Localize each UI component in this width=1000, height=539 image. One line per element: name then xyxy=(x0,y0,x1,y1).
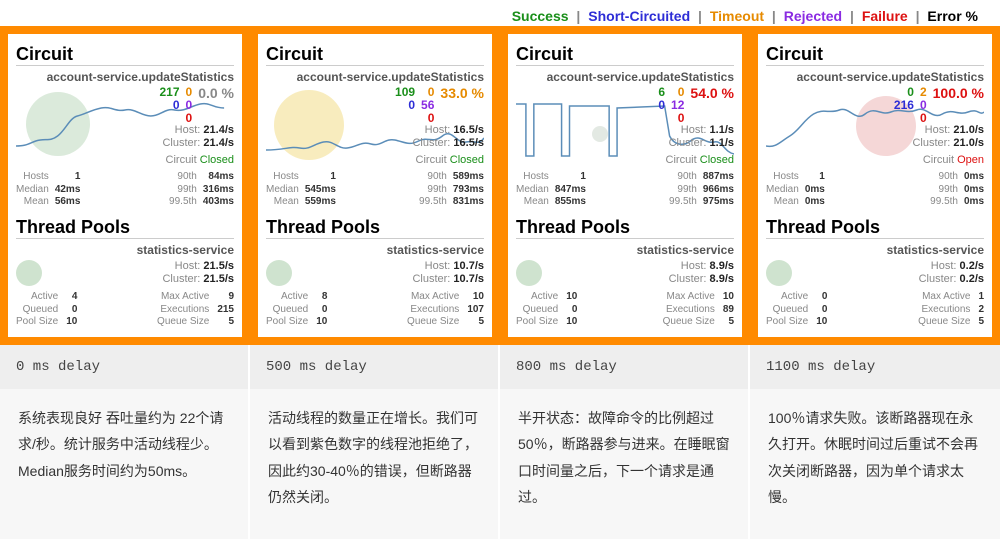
error-rate: 0.0 % xyxy=(198,86,234,101)
count-short: 0 xyxy=(658,99,665,112)
latency-stats: HostsMedianMean 1545ms559ms 90th99th99.5… xyxy=(266,171,484,209)
thread-pool-name: statistics-service xyxy=(266,243,484,257)
dashboard-panel: Circuit account-service.updateStatistics… xyxy=(500,26,750,345)
thread-pool-name: statistics-service xyxy=(16,243,234,257)
dashboard-panel: Circuit account-service.updateStatistics… xyxy=(250,26,500,345)
circuit-chart: 0 216 2 0 0 100.0 % Host: 21.0/sCluster:… xyxy=(766,86,984,168)
count-short: 0 xyxy=(173,99,180,112)
circuit-chart: 6 0 0 12 0 54.0 % Host: 1.1/sCluster: 1.… xyxy=(516,86,734,168)
thread-pool-stats: ActiveQueuedPool Size 10010 Max ActiveEx… xyxy=(516,291,734,329)
legend-error-pct: Error % xyxy=(927,8,978,24)
throughput: Host: 21.0/sCluster: 21.0/s xyxy=(912,124,984,152)
thread-pools-heading: Thread Pools xyxy=(516,217,734,239)
thread-pool-bubble-icon xyxy=(16,260,42,286)
delay-label: 500 ms delay xyxy=(250,345,500,389)
throughput: Host: 21.4/sCluster: 21.4/s xyxy=(162,124,234,152)
error-rate: 100.0 % xyxy=(933,86,984,101)
command-name: account-service.updateStatistics xyxy=(266,70,484,84)
latency-stats: HostsMedianMean 10ms0ms 90th99th99.5th 0… xyxy=(766,171,984,209)
command-name: account-service.updateStatistics xyxy=(766,70,984,84)
legend-failure: Failure xyxy=(862,8,908,24)
description-text: 活动线程的数量正在增长。我们可以看到紫色数字的线程池拒绝了，因此约30-40％的… xyxy=(250,389,500,539)
legend-success: Success xyxy=(512,8,569,24)
thread-pool-summary: Host: 10.7/sCluster: 10.7/s xyxy=(266,260,484,288)
count-short: 0 xyxy=(408,99,415,112)
circuit-chart: 109 0 0 56 0 33.0 % Host: 16.5/sCluster:… xyxy=(266,86,484,168)
thread-pool-bubble-icon xyxy=(266,260,292,286)
thread-pool-summary: Host: 8.9/sCluster: 8.9/s xyxy=(516,260,734,288)
description-text: 100％请求失败。该断路器现在永久打开。休眠时间过后重试不会再次关闭断路器，因为… xyxy=(750,389,1000,539)
circuit-state: Circuit Open xyxy=(923,154,984,166)
legend-short-circuited: Short-Circuited xyxy=(588,8,690,24)
request-counts: 217 0 0 0 0 0.0 % xyxy=(159,86,234,126)
circuit-state: Circuit Closed xyxy=(666,154,734,166)
throughput: Host: 16.5/sCluster: 16.5/s xyxy=(412,124,484,152)
dashboard-panel: Circuit account-service.updateStatistics… xyxy=(0,26,250,345)
error-rate: 54.0 % xyxy=(690,86,734,101)
circuit-state: Circuit Closed xyxy=(166,154,234,166)
dashboard-panel: Circuit account-service.updateStatistics… xyxy=(750,26,1000,345)
request-counts: 109 0 0 56 0 33.0 % xyxy=(395,86,484,126)
thread-pool-bubble-icon xyxy=(516,260,542,286)
thread-pools-heading: Thread Pools xyxy=(16,217,234,239)
thread-pool-summary: Host: 21.5/sCluster: 21.5/s xyxy=(16,260,234,288)
command-name: account-service.updateStatistics xyxy=(16,70,234,84)
circuit-heading: Circuit xyxy=(516,44,734,66)
latency-stats: HostsMedianMean 142ms56ms 90th99th99.5th… xyxy=(16,171,234,209)
command-name: account-service.updateStatistics xyxy=(516,70,734,84)
thread-pool-stats: ActiveQueuedPool Size 0010 Max ActiveExe… xyxy=(766,291,984,329)
thread-pool-stats: ActiveQueuedPool Size 8010 Max ActiveExe… xyxy=(266,291,484,329)
legend-timeout: Timeout xyxy=(710,8,764,24)
delay-label: 0 ms delay xyxy=(0,345,250,389)
thread-pool-bubble-icon xyxy=(766,260,792,286)
count-short: 216 xyxy=(894,99,914,112)
legend-rejected: Rejected xyxy=(784,8,842,24)
description-text: 系统表现良好 吞吐量约为 22个请求/秒。统计服务中活动线程少。Median服务… xyxy=(0,389,250,539)
delay-label: 800 ms delay xyxy=(500,345,750,389)
thread-pool-name: statistics-service xyxy=(766,243,984,257)
circuit-chart: 217 0 0 0 0 0.0 % Host: 21.4/sCluster: 2… xyxy=(16,86,234,168)
error-rate: 33.0 % xyxy=(440,86,484,101)
thread-pool-name: statistics-service xyxy=(516,243,734,257)
thread-pools-heading: Thread Pools xyxy=(766,217,984,239)
circuit-heading: Circuit xyxy=(766,44,984,66)
status-legend: Success | Short-Circuited | Timeout | Re… xyxy=(0,0,1000,26)
delay-label: 1100 ms delay xyxy=(750,345,1000,389)
description-text: 半开状态：故障命令的比例超过50％，断路器参与进来。在睡眠窗口时间量之后，下一个… xyxy=(500,389,750,539)
circuit-state: Circuit Closed xyxy=(416,154,484,166)
throughput: Host: 1.1/sCluster: 1.1/s xyxy=(669,124,734,152)
thread-pools-heading: Thread Pools xyxy=(266,217,484,239)
circuit-heading: Circuit xyxy=(16,44,234,66)
thread-pool-stats: ActiveQueuedPool Size 4010 Max ActiveExe… xyxy=(16,291,234,329)
request-counts: 0 216 2 0 0 100.0 % xyxy=(894,86,984,126)
latency-stats: HostsMedianMean 1847ms855ms 90th99th99.5… xyxy=(516,171,734,209)
request-counts: 6 0 0 12 0 54.0 % xyxy=(658,86,734,126)
circuit-heading: Circuit xyxy=(266,44,484,66)
thread-pool-summary: Host: 0.2/sCluster: 0.2/s xyxy=(766,260,984,288)
